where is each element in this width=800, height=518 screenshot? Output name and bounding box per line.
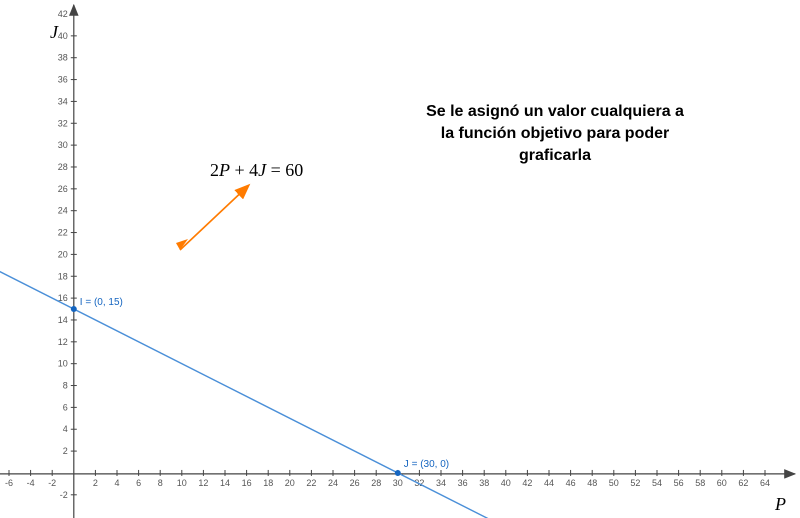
svg-text:40: 40 xyxy=(501,478,511,488)
svg-text:30: 30 xyxy=(393,478,403,488)
svg-text:26: 26 xyxy=(58,184,68,194)
svg-text:42: 42 xyxy=(58,9,68,19)
svg-text:4: 4 xyxy=(114,478,119,488)
svg-text:24: 24 xyxy=(328,478,338,488)
svg-text:52: 52 xyxy=(630,478,640,488)
svg-text:20: 20 xyxy=(285,478,295,488)
svg-text:38: 38 xyxy=(479,478,489,488)
annotation-text: Se le asignó un valor cualquiera a la fu… xyxy=(426,103,684,164)
equation-arrow xyxy=(180,186,248,250)
svg-text:30: 30 xyxy=(58,140,68,150)
svg-text:4: 4 xyxy=(63,424,68,434)
chart-svg: -6-4-22468101214161820222426283032343638… xyxy=(0,0,800,518)
svg-text:34: 34 xyxy=(58,96,68,106)
svg-text:36: 36 xyxy=(58,75,68,85)
svg-text:la función objetivo para poder: la función objetivo para poder xyxy=(441,125,669,142)
svg-text:-6: -6 xyxy=(5,478,13,488)
svg-text:6: 6 xyxy=(63,402,68,412)
svg-text:10: 10 xyxy=(58,359,68,369)
svg-text:6: 6 xyxy=(136,478,141,488)
svg-text:32: 32 xyxy=(58,118,68,128)
svg-text:48: 48 xyxy=(587,478,597,488)
y-axis-label: J xyxy=(50,22,59,42)
svg-text:26: 26 xyxy=(350,478,360,488)
svg-text:-2: -2 xyxy=(48,478,56,488)
svg-text:38: 38 xyxy=(58,53,68,63)
svg-text:56: 56 xyxy=(674,478,684,488)
svg-text:46: 46 xyxy=(566,478,576,488)
svg-text:44: 44 xyxy=(544,478,554,488)
svg-text:2: 2 xyxy=(93,478,98,488)
svg-text:Se le asignó un valor cualquie: Se le asignó un valor cualquiera a xyxy=(426,103,684,120)
chart-container: -6-4-22468101214161820222426283032343638… xyxy=(0,0,800,518)
svg-text:62: 62 xyxy=(738,478,748,488)
svg-text:-4: -4 xyxy=(27,478,35,488)
svg-text:64: 64 xyxy=(760,478,770,488)
svg-text:18: 18 xyxy=(263,478,273,488)
x-axis-label: P xyxy=(774,494,786,514)
svg-text:J = (30, 0): J = (30, 0) xyxy=(404,459,449,470)
svg-text:10: 10 xyxy=(177,478,187,488)
svg-text:60: 60 xyxy=(717,478,727,488)
svg-text:-2: -2 xyxy=(60,490,68,500)
svg-text:36: 36 xyxy=(458,478,468,488)
svg-text:16: 16 xyxy=(242,478,252,488)
equation-label: 2P + 4J = 60 xyxy=(210,160,303,180)
svg-text:50: 50 xyxy=(609,478,619,488)
svg-text:28: 28 xyxy=(58,162,68,172)
svg-text:22: 22 xyxy=(306,478,316,488)
svg-text:20: 20 xyxy=(58,249,68,259)
svg-text:54: 54 xyxy=(652,478,662,488)
svg-text:58: 58 xyxy=(695,478,705,488)
svg-text:42: 42 xyxy=(522,478,532,488)
svg-text:18: 18 xyxy=(58,271,68,281)
svg-text:12: 12 xyxy=(198,478,208,488)
point-I: I = (0, 15) xyxy=(71,297,123,312)
svg-text:I = (0, 15): I = (0, 15) xyxy=(80,297,123,308)
svg-text:24: 24 xyxy=(58,206,68,216)
svg-text:8: 8 xyxy=(158,478,163,488)
svg-text:22: 22 xyxy=(58,228,68,238)
svg-text:28: 28 xyxy=(371,478,381,488)
svg-text:14: 14 xyxy=(220,478,230,488)
x-ticks: -6-4-22468101214161820222426283032343638… xyxy=(5,470,770,488)
svg-text:12: 12 xyxy=(58,337,68,347)
svg-text:40: 40 xyxy=(58,31,68,41)
svg-text:14: 14 xyxy=(58,315,68,325)
svg-text:2: 2 xyxy=(63,446,68,456)
svg-text:graficarla: graficarla xyxy=(519,147,591,164)
svg-text:8: 8 xyxy=(63,381,68,391)
svg-text:32: 32 xyxy=(414,478,424,488)
svg-text:34: 34 xyxy=(436,478,446,488)
